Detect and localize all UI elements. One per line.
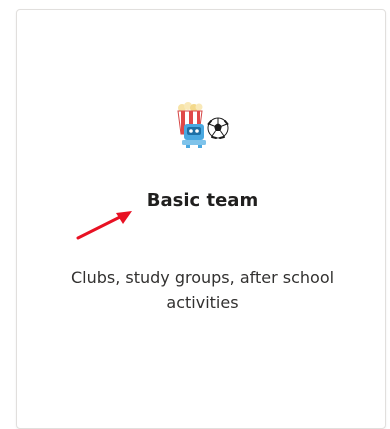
- popcorn-soccer-ball-icon: [177, 102, 229, 148]
- card-title: Basic team: [146, 190, 259, 211]
- team-type-card-basic[interactable]: [16, 9, 386, 429]
- card-description: Clubs, study groups, after school activi…: [70, 268, 335, 312]
- red-arrow-icon: [76, 211, 132, 240]
